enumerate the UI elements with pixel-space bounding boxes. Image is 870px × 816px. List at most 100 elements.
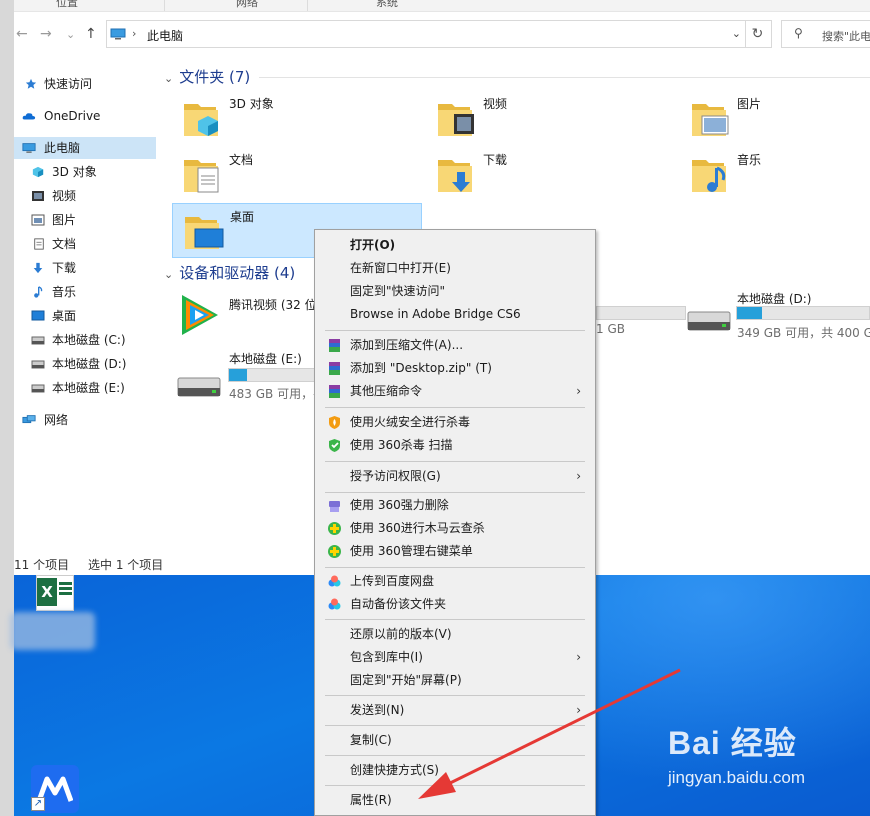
sidebar-item-onedrive[interactable]: OneDrive	[14, 105, 156, 127]
folder-downloads[interactable]: 下载	[426, 147, 676, 202]
up-arrow-icon[interactable]: ↑	[85, 26, 97, 42]
menu-separator	[325, 725, 585, 726]
sidebar-item-documents[interactable]: 文档	[14, 233, 156, 255]
sidebar-item-3d-objects[interactable]: 3D 对象	[14, 161, 156, 183]
section-folders-header[interactable]: ⌄ 文件夹 (7)	[164, 66, 250, 87]
baidu-netdisk-icon	[328, 598, 341, 610]
submenu-arrow-icon: ›	[576, 384, 581, 398]
excel-file-icon[interactable]: X	[36, 575, 74, 611]
menu-item-adobe-bridge[interactable]: Browse in Adobe Bridge CS6	[317, 303, 593, 326]
context-menu: 打开(O) 在新窗口中打开(E) 固定到"快速访问" Browse in Ado…	[314, 229, 596, 816]
sidebar-item-videos[interactable]: 视频	[14, 185, 156, 207]
drive-icon	[31, 384, 45, 393]
sidebar-item-drive-d[interactable]: 本地磁盘 (D:)	[14, 353, 156, 375]
360-shield-icon	[329, 439, 340, 452]
menu-separator	[325, 461, 585, 462]
menu-separator	[325, 330, 585, 331]
folder-music[interactable]: 音乐	[680, 147, 870, 202]
picture-icon	[31, 214, 45, 226]
menu-item-restore-versions[interactable]: 还原以前的版本(V)	[317, 623, 593, 646]
watermark-brand: Bai 经验	[668, 725, 797, 761]
window-edge	[0, 0, 14, 816]
menu-item-other-compress[interactable]: 其他压缩命令 ›	[317, 380, 593, 403]
search-input[interactable]: ⚲ 搜索"此电	[781, 20, 870, 48]
spreadsheet-grid-icon	[59, 582, 72, 595]
menu-item-huorong-scan[interactable]: 使用火绒安全进行杀毒	[317, 411, 593, 434]
recent-dropdown-icon[interactable]: ⌄	[66, 28, 75, 41]
drive-e-usage-bar	[228, 368, 328, 382]
drive-d[interactable]: 本地磁盘 (D:) 349 GB 可用，共 400 G	[686, 290, 870, 350]
sidebar-item-downloads[interactable]: 下载	[14, 257, 156, 279]
sidebar-item-drive-e[interactable]: 本地磁盘 (E:)	[14, 377, 156, 399]
folder-documents[interactable]: 文档	[172, 147, 422, 202]
folder-3d-objects[interactable]: 3D 对象	[172, 91, 422, 146]
sidebar-item-drive-c[interactable]: 本地磁盘 (C:)	[14, 329, 156, 351]
refresh-button[interactable]: ↻	[744, 20, 772, 48]
ribbon-tab-network[interactable]: 网络	[236, 0, 258, 10]
menu-item-auto-backup[interactable]: 自动备份该文件夹	[317, 593, 593, 616]
menu-separator	[325, 492, 585, 493]
sidebar-item-quick-access[interactable]: 快速访问	[14, 73, 156, 95]
folder-videos[interactable]: 视频	[426, 91, 676, 146]
sidebar-item-pictures[interactable]: 图片	[14, 209, 156, 231]
menu-separator	[325, 695, 585, 696]
folder-picture-icon	[692, 104, 729, 136]
menu-item-create-shortcut[interactable]: 创建快捷方式(S)	[317, 759, 593, 782]
drive-c-usage-bar	[596, 306, 686, 320]
menu-item-properties[interactable]: 属性(R)	[317, 789, 593, 812]
breadcrumb[interactable]: 此电脑	[147, 27, 183, 44]
music-icon	[34, 286, 43, 298]
folder-pictures[interactable]: 图片	[680, 91, 870, 146]
menu-item-pin-quick-access[interactable]: 固定到"快速访问"	[317, 280, 593, 303]
ribbon-tab-location[interactable]: 位置	[56, 0, 78, 10]
computer-icon	[110, 28, 126, 40]
folder-3d-icon	[184, 104, 218, 136]
menu-item-add-archive[interactable]: 添加到压缩文件(A)...	[317, 334, 593, 357]
winrar-icon	[329, 339, 340, 352]
sidebar-item-this-pc[interactable]: 此电脑	[14, 137, 156, 159]
menu-separator	[325, 407, 585, 408]
menu-item-grant-access[interactable]: 授予访问权限(G) ›	[317, 465, 593, 488]
tencent-video-icon	[182, 295, 218, 335]
breadcrumb-chevron-icon: ›	[132, 27, 137, 40]
360-plus-icon	[328, 545, 341, 558]
menu-item-360-trojan-scan[interactable]: 使用 360进行木马云查杀	[317, 517, 593, 540]
watermark-url: jingyan.baidu.com	[668, 768, 806, 787]
shortcut-arrow-icon: ↗	[31, 797, 45, 811]
search-placeholder: 搜索"此电	[822, 30, 870, 43]
menu-item-360-manage-menu[interactable]: 使用 360管理右键菜单	[317, 540, 593, 563]
section-divider	[259, 77, 870, 78]
ribbon-tab-system[interactable]: 系统	[376, 0, 398, 10]
menu-item-send-to[interactable]: 发送到(N) ›	[317, 699, 593, 722]
star-icon	[25, 78, 37, 89]
menu-item-copy[interactable]: 复制(C)	[317, 729, 593, 752]
address-bar[interactable]: › 此电脑 ⌄	[106, 20, 746, 48]
folder-desktop-icon	[185, 217, 224, 249]
menu-item-baidu-upload[interactable]: 上传到百度网盘	[317, 570, 593, 593]
forward-arrow-icon[interactable]: →	[40, 26, 52, 42]
360-plus-icon	[328, 522, 341, 535]
sidebar-item-network[interactable]: 网络	[14, 409, 156, 431]
navigation-pane: 快速访问 OneDrive 此电脑 3D 对象 视频 图片 文档 下载 音乐 桌…	[14, 66, 156, 546]
menu-item-open[interactable]: 打开(O)	[317, 234, 593, 257]
menu-item-add-desktop-zip[interactable]: 添加到 "Desktop.zip" (T)	[317, 357, 593, 380]
sidebar-item-music[interactable]: 音乐	[14, 281, 156, 303]
menu-separator	[325, 619, 585, 620]
ribbon-tabs: 位置 网络 系统	[14, 0, 870, 12]
menu-item-pin-start[interactable]: 固定到"开始"屏幕(P)	[317, 669, 593, 692]
document-icon	[34, 238, 44, 250]
drive-d-usage-bar	[736, 306, 870, 320]
back-arrow-icon[interactable]: ←	[16, 26, 28, 42]
winrar-icon	[329, 362, 340, 375]
address-row: ← → ⌄ ↑ › 此电脑 ⌄ ↻ ⚲ 搜索"此电	[14, 18, 870, 50]
menu-item-360-scan[interactable]: 使用 360杀毒 扫描	[317, 434, 593, 457]
section-drives-header[interactable]: ⌄ 设备和驱动器 (4)	[164, 262, 295, 283]
menu-separator	[325, 755, 585, 756]
menu-item-open-new-window[interactable]: 在新窗口中打开(E)	[317, 257, 593, 280]
submenu-arrow-icon: ›	[576, 703, 581, 717]
menu-item-include-library[interactable]: 包含到库中(I) ›	[317, 646, 593, 669]
sidebar-item-desktop[interactable]: 桌面	[14, 305, 156, 327]
address-dropdown-icon[interactable]: ⌄	[732, 27, 741, 40]
menu-item-360-force-delete[interactable]: 使用 360强力删除	[317, 494, 593, 517]
menu-separator	[325, 567, 585, 568]
